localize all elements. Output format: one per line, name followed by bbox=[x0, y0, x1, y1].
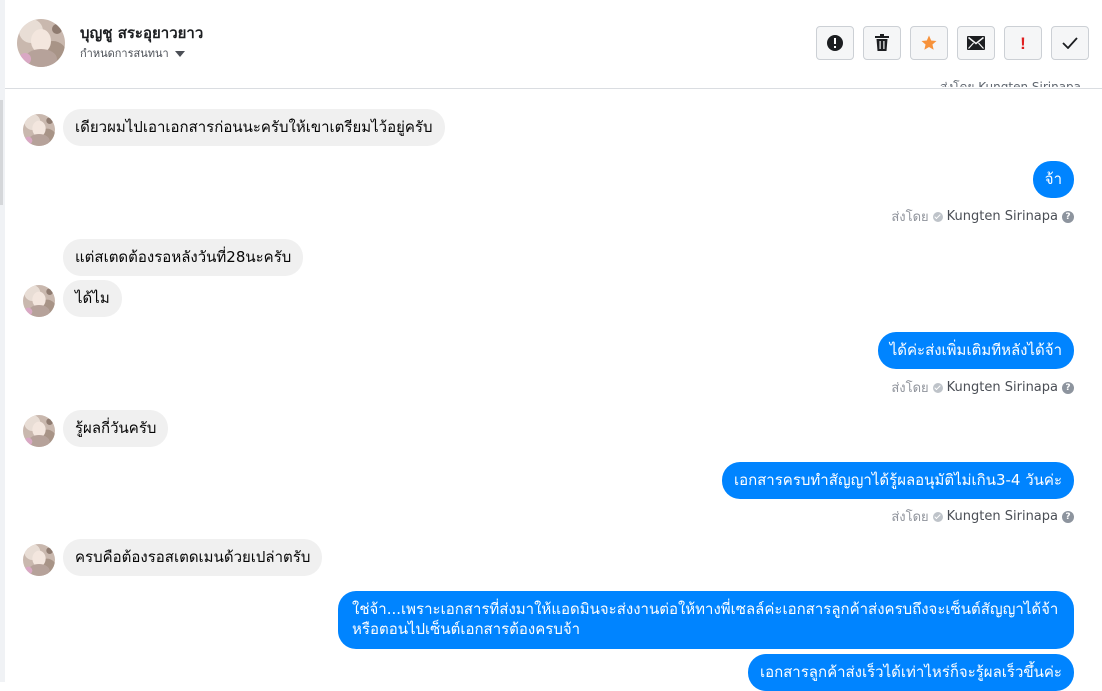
message-bubble-outgoing[interactable]: ได้ค่ะส่งเพิ่มเติมทีหลังได้จ้า bbox=[877, 332, 1074, 369]
message-bubble-outgoing[interactable]: ใช่จ้า...เพราะเอกสารที่ส่งมาให้แอดมินจะส… bbox=[338, 591, 1074, 649]
report-button[interactable] bbox=[816, 26, 854, 60]
message-bubble-incoming[interactable]: แต่สเตดต้องรอหลังวันที่28นะครับ bbox=[63, 239, 304, 276]
delete-button[interactable] bbox=[863, 26, 901, 60]
exclamation-circle-icon bbox=[827, 35, 843, 51]
message-bubble-incoming[interactable]: ได้ไม bbox=[63, 280, 122, 317]
help-icon[interactable]: ? bbox=[1062, 210, 1074, 223]
conversation-header: บุญชู สระอุยาวยาว กำหนดการสนทนา ! bbox=[5, 0, 1102, 89]
message-bubble-incoming[interactable]: รู้ผลกี่วันครับ bbox=[63, 410, 169, 447]
message-bubble-incoming[interactable]: เดียวผมไปเอาเอกสารก่อนนะครับให้เขาเตรียม… bbox=[63, 109, 445, 146]
message-bubble-outgoing[interactable]: เอกสารครบทำสัญญาได้รู้ผลอนุมัติไม่เกิน3-… bbox=[721, 462, 1074, 499]
contact-avatar[interactable] bbox=[17, 19, 65, 67]
important-button[interactable]: ! bbox=[1004, 26, 1042, 60]
exclamation-icon: ! bbox=[1020, 33, 1026, 53]
trash-icon bbox=[875, 34, 889, 51]
scrollbar-thumb[interactable] bbox=[0, 100, 3, 205]
message-bubble-outgoing[interactable]: จ้า bbox=[1032, 161, 1074, 198]
action-toolbar: ! bbox=[816, 26, 1089, 60]
agent-name[interactable]: Kungten Sirinapa bbox=[947, 380, 1058, 395]
sent-by-info: ส่งโดย Kungten Sirinapa ? bbox=[891, 506, 1074, 527]
verified-check-icon bbox=[932, 211, 943, 222]
done-button[interactable] bbox=[1051, 26, 1089, 60]
sent-by-label: ส่งโดย bbox=[891, 510, 929, 525]
contact-name[interactable]: บุญชู สระอุยาวยาว bbox=[80, 21, 203, 45]
left-scroll-edge bbox=[0, 0, 5, 682]
star-button[interactable] bbox=[910, 26, 948, 60]
sent-by-info: ส่งโดย Kungten Sirinapa ? bbox=[891, 206, 1074, 227]
star-icon bbox=[921, 35, 937, 50]
sent-by-label: ส่งโดย bbox=[891, 381, 929, 396]
check-icon bbox=[1062, 37, 1078, 49]
sent-by-info: ส่งโดย Kungten Sirinapa ? bbox=[891, 377, 1074, 398]
message-bubble-incoming[interactable]: ครบคือต้องรอสเตดเมนด้วยเปล่าตรับ bbox=[63, 539, 323, 576]
help-icon[interactable]: ? bbox=[1062, 510, 1074, 523]
schedule-label: กำหนดการสนทนา bbox=[80, 47, 169, 60]
conversation-schedule-dropdown[interactable]: กำหนดการสนทนา bbox=[80, 44, 185, 62]
sent-by-label: ส่งโดย bbox=[891, 210, 929, 225]
caret-down-icon bbox=[174, 50, 185, 57]
sender-avatar[interactable] bbox=[23, 415, 55, 447]
mark-unread-button[interactable] bbox=[957, 26, 995, 60]
agent-name[interactable]: Kungten Sirinapa bbox=[947, 509, 1058, 524]
sender-avatar[interactable] bbox=[23, 285, 55, 317]
help-icon[interactable]: ? bbox=[1062, 381, 1074, 394]
sent-by-label-cutoff: ส่งโดย Kungten Sirinapa bbox=[940, 80, 1082, 87]
message-bubble-outgoing[interactable]: เอกสารลูกค้าส่งเร็วได้เท่าไหร่ก็จะรู้ผลเ… bbox=[747, 654, 1074, 691]
sender-avatar[interactable] bbox=[23, 114, 55, 146]
envelope-icon bbox=[967, 36, 985, 50]
verified-check-icon bbox=[932, 382, 943, 393]
sender-avatar[interactable] bbox=[23, 544, 55, 576]
verified-check-icon bbox=[932, 511, 943, 522]
agent-name[interactable]: Kungten Sirinapa bbox=[947, 209, 1058, 224]
